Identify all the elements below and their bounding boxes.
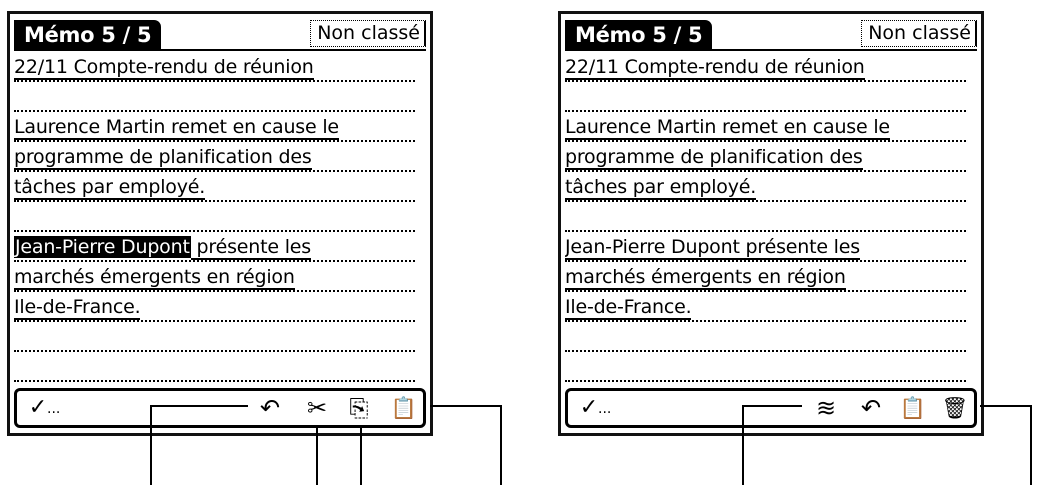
memo-screen-left: Mémo 5 / 5 Non classé 22/11 Compte-rendu… [7, 11, 433, 436]
memo-body[interactable]: 22/11 Compte-rendu de réunion Laurence M… [14, 52, 415, 382]
memo-line[interactable]: programme de planification des [14, 142, 415, 172]
memo-line[interactable] [565, 82, 966, 112]
callout-line-undo [150, 405, 248, 407]
paste-icon[interactable]: 📋 [389, 394, 419, 422]
dots: ... [47, 401, 61, 417]
undo-icon[interactable]: ↶ [255, 394, 285, 422]
callout-line-beam [742, 405, 744, 485]
callout-line-paste [500, 405, 502, 485]
callout-line-delete [980, 405, 1032, 407]
memo-line[interactable]: programme de planification des [565, 142, 966, 172]
memo-line[interactable]: marchés émergents en région [14, 262, 415, 292]
memo-line[interactable]: Jean-Pierre Dupont présente les [565, 232, 966, 262]
copy-icon[interactable]: ⎘ [344, 394, 374, 422]
memo-line[interactable]: 22/11 Compte-rendu de réunion [565, 52, 966, 82]
cut-icon[interactable]: ✂ [302, 394, 332, 422]
memo-line[interactable] [565, 202, 966, 232]
callout-line-delete [1030, 405, 1032, 485]
callout-line-copy [360, 425, 362, 485]
callout-line-undo [150, 405, 152, 485]
memo-line[interactable]: Ile-de-France. [14, 292, 415, 322]
memo-line[interactable]: Jean-Pierre Dupont présente les [14, 232, 415, 262]
category-selector[interactable]: Non classé [310, 20, 426, 47]
category-selector[interactable]: Non classé [861, 20, 977, 47]
memo-line[interactable]: Laurence Martin remet en cause le [565, 112, 966, 142]
memo-line[interactable] [14, 352, 415, 382]
memo-line[interactable]: Ile-de-France. [565, 292, 966, 322]
memo-line[interactable] [14, 82, 415, 112]
trash-icon[interactable]: 🗑 [940, 394, 970, 422]
callout-line-beam [742, 405, 802, 407]
callout-line-paste [430, 405, 502, 407]
memo-line[interactable]: 22/11 Compte-rendu de réunion [14, 52, 415, 82]
memo-line[interactable]: tâches par employé. [565, 172, 966, 202]
memo-line[interactable] [14, 322, 415, 352]
memo-line[interactable]: tâches par employé. [14, 172, 415, 202]
title-rule [565, 49, 977, 51]
memo-line[interactable] [565, 322, 966, 352]
memo-line[interactable]: Laurence Martin remet en cause le [14, 112, 415, 142]
memo-line[interactable] [14, 202, 415, 232]
dots: ... [598, 401, 612, 417]
memo-body[interactable]: 22/11 Compte-rendu de réunion Laurence M… [565, 52, 966, 382]
selected-text[interactable]: Jean-Pierre Dupont [14, 236, 191, 258]
title-rule [14, 49, 426, 51]
memo-line[interactable]: marchés émergents en région [565, 262, 966, 292]
beam-icon[interactable]: ≋ [811, 394, 841, 422]
memo-line[interactable] [565, 352, 966, 382]
paste-icon[interactable]: 📋 [898, 394, 928, 422]
command-toolbar: ✓ ... ↶ ✂ ⎘ 📋 [14, 388, 426, 428]
memo-screen-right: Mémo 5 / 5 Non classé 22/11 Compte-rendu… [558, 11, 984, 436]
memo-title[interactable]: Mémo 5 / 5 [565, 20, 713, 51]
command-toolbar: ✓ ... ≋ ↶ 📋 🗑 [565, 388, 977, 428]
callout-line-cut [316, 425, 318, 485]
undo-icon[interactable]: ↶ [856, 394, 886, 422]
memo-title[interactable]: Mémo 5 / 5 [14, 20, 162, 51]
